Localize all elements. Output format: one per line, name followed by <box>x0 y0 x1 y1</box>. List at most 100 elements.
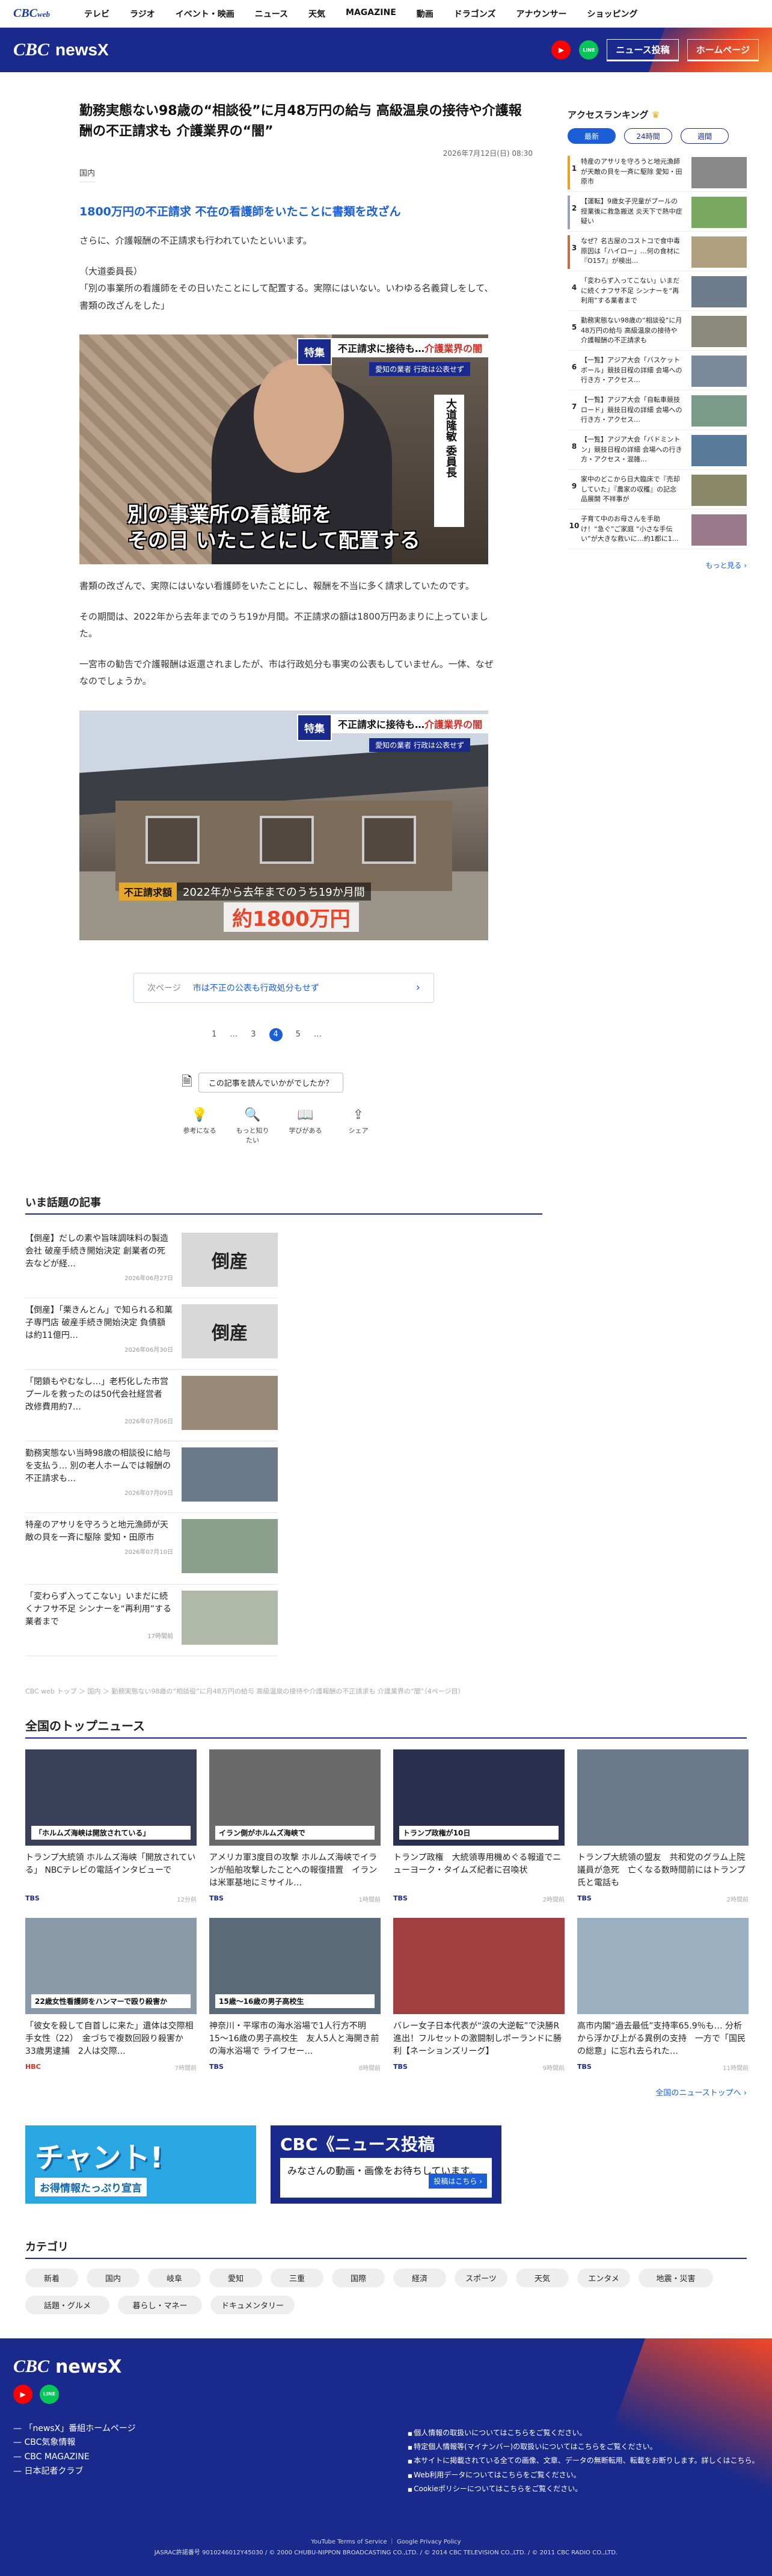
chant-banner[interactable]: チャント! お得情報たっぷり宣言 <box>25 2125 256 2204</box>
topnav-item[interactable]: ドラゴンズ <box>444 8 506 20</box>
category-chip[interactable]: 暮らし・マネー <box>118 2295 202 2314</box>
national-news-card[interactable]: イラン側がホルムズ海峡で アメリカ軍3度目の攻撃 ホルムズ海峡でイランが船舶攻撃し… <box>209 1749 381 1903</box>
ranking-item[interactable]: 1 特産のアサリを守ろうと地元漁師が天敵の貝を一斉に駆除 愛知・田原市 <box>568 152 747 192</box>
line-icon[interactable]: LINE <box>40 2384 59 2404</box>
policy-link[interactable]: Cookieポリシーについてはこちらをご覧ください。 <box>408 2482 759 2496</box>
trending-item[interactable]: 「変わらず入ってこない」いまだに続くナフサ不足 シンナーを“再利用”する業者まで… <box>25 1585 278 1656</box>
ranking-item-title: 家中のどこから日大臨床で『売却していた』『農家の収穫』の記念品展開 不祥事が <box>581 475 680 503</box>
topnav-item[interactable]: テレビ <box>74 8 120 20</box>
category-chip[interactable]: 三重 <box>271 2268 323 2287</box>
article: 勤務実態ない98歳の“相談役”に月48万円の給与 高級温泉の接待や介護報酬の不正… <box>79 72 533 1145</box>
homepage-button[interactable]: ホームページ <box>687 39 759 61</box>
next-page-button[interactable]: 次ページ 市は不正の公表も行政処分もせず › <box>133 972 434 1003</box>
category-chip[interactable]: 岐阜 <box>148 2268 201 2287</box>
news-source: TBS <box>577 2062 592 2071</box>
rank-bar <box>568 473 570 507</box>
policy-link[interactable]: Web利用データについてはこちらをご覧ください。 <box>408 2468 759 2482</box>
news-thumbnail <box>577 1749 749 1846</box>
national-news-card[interactable]: トランプ大統領の盟友 共和党のグラム上院議員が急死 亡くなる数時間前にはトランプ… <box>577 1749 749 1903</box>
category-chip[interactable]: スポーツ <box>455 2268 507 2287</box>
national-news-more-link[interactable]: 全国のニューストップへ › <box>0 2086 747 2098</box>
article-category[interactable]: 国内 <box>79 167 96 183</box>
news-age: 8時間前 <box>358 2065 381 2072</box>
ranking-tab[interactable]: 週間 <box>681 128 729 144</box>
topnav-item[interactable]: 動画 <box>406 8 444 20</box>
news-source: TBS <box>577 1894 592 1902</box>
ranking-item[interactable]: 4 「変わらず入ってこない」いまだに続くナフサ不足 シンナーを“再利用”する業者ま… <box>568 271 747 311</box>
ranking-item-title: 【一覧】アジア大会「バドミントン」競技日程の詳細 会場への行き方・アクセス・混雑… <box>581 436 682 463</box>
trending-item[interactable]: 「閉鎖もやむなし…」老朽化した市営プールを救ったのは50代会社経営者 改修費用約… <box>25 1370 278 1441</box>
article-photo-1: 特集 不正請求に接待も…介護業界の闇 愛知の業者 行政は公表せず 大道隆敏 委員長… <box>79 334 488 565</box>
category-chip[interactable]: 話題・グルメ <box>25 2295 109 2314</box>
national-news-card[interactable]: 高市内閣“過去最低”支持率65.9％も… 分析から浮かび上がる異例の支持 一方で… <box>577 1917 749 2072</box>
ranking-item[interactable]: 3 なぜ？名古屋のコストコで食中毒 原因は「ハイロー」…何の食材に『O157』が検… <box>568 232 747 271</box>
category-chip[interactable]: 新着 <box>25 2268 78 2287</box>
youtube-icon[interactable]: ▶ <box>551 40 571 60</box>
footer-logo[interactable]: CBC newsX <box>13 2356 759 2377</box>
topnav-item[interactable]: ショッピング <box>577 8 648 20</box>
news-thumbnail: 「ホルムズ海峡は開放されている」 <box>25 1749 197 1846</box>
topnav-item[interactable]: アナウンサー <box>506 8 577 20</box>
youtube-icon[interactable]: ▶ <box>13 2384 32 2404</box>
news-title: トランプ大統領の盟友 共和党のグラム上院議員が急死 亡くなる数時間前にはトランプ… <box>577 1852 746 1888</box>
trending-item[interactable]: 【倒産】だしの素や旨味調味料の製造会社 破産手続き開始決定 創業者の死去などが経… <box>25 1227 278 1298</box>
category-chip[interactable]: 天気 <box>516 2268 569 2287</box>
reaction-button[interactable]: 💡 参考になる <box>182 1108 218 1145</box>
page-link[interactable]: 3 <box>251 1030 256 1039</box>
ranking-item[interactable]: 9 家中のどこから日大臨床で『売却していた』『農家の収穫』の記念品展開 不祥事が <box>568 470 747 510</box>
reaction-button[interactable]: 📖 学びがある <box>287 1108 323 1145</box>
rank-bar <box>568 275 570 309</box>
news-post-button[interactable]: ニュース投稿 <box>607 39 679 61</box>
top-navigation: CBCweb テレビ ラジオ イベント・映画 ニュース 天気 MAGAZINE 動画 ドラゴン… <box>0 0 772 28</box>
category-chip[interactable]: 地震・災害 <box>639 2268 713 2287</box>
topnav-item[interactable]: イベント・映画 <box>165 8 245 20</box>
ranking-item[interactable]: 8 【一覧】アジア大会「バドミントン」競技日程の詳細 会場への行き方・アクセス・混… <box>568 430 747 470</box>
policy-link[interactable]: 特定個人情報等(マイナンバー)の取扱いについてはこちらをご覧ください。 <box>408 2440 759 2454</box>
policy-link[interactable]: 個人情報の取扱いについてはこちらをご覧ください。 <box>408 2426 759 2440</box>
reaction-button[interactable]: ⇪ シェア <box>340 1108 376 1145</box>
national-news-card[interactable]: トランプ政権が10日 トランプ政権 大統領専用機めぐる報道でニューヨーク・タイムズ… <box>393 1749 565 1903</box>
ranking-more-link[interactable]: もっと見る › <box>568 560 747 570</box>
trending-item[interactable]: 特産のアサリを守ろうと地元漁師が天敵の貝を一斉に駆除 愛知・田原市 2026年07… <box>25 1513 278 1585</box>
line-icon[interactable]: LINE <box>579 40 599 60</box>
national-news-card[interactable]: 15歳～16歳の男子高校生 神奈川・平塚市の海水浴場で1人行方不明 15～16歳の… <box>209 1917 381 2072</box>
category-chip[interactable]: 愛知 <box>209 2268 262 2287</box>
news-thumbnail: 22歳女性看護師をハンマーで殴り殺害か <box>25 1917 197 2014</box>
policy-link[interactable]: 本サイトに掲載されている全ての画像、文章、データの無断転用、転載をお断りします。… <box>408 2454 759 2468</box>
topnav-item[interactable]: 天気 <box>298 8 335 20</box>
trending-item[interactable]: 勤務実態ない当時98歳の相談役に給与を支払う… 別の老人ホームでは報酬の不正請求… <box>25 1441 278 1513</box>
ranking-tab[interactable]: 24時間 <box>624 128 672 144</box>
ranking-item[interactable]: 5 勤務実態ない98歳の“相談役”に月48万円の給与 高級温泉の接待や介護報酬の不… <box>568 311 747 351</box>
cbcweb-logo[interactable]: CBCweb <box>13 7 50 20</box>
trending-item-title: 特産のアサリを守ろうと地元漁師が天敵の貝を一斉に駆除 愛知・田原市 <box>25 1520 168 1542</box>
news-source: TBS <box>209 1894 224 1902</box>
topnav-item[interactable]: ニュース <box>245 8 298 20</box>
ranking-tab[interactable]: 最新 <box>568 128 616 144</box>
category-chip[interactable]: エンタメ <box>577 2268 630 2287</box>
newsx-logo[interactable]: CBC newsX <box>13 40 109 60</box>
national-news-card[interactable]: 「ホルムズ海峡は開放されている」 トランプ大統領 ホルムズ海峡「開放されている」 … <box>25 1749 197 1903</box>
category-chip[interactable]: 国際 <box>332 2268 385 2287</box>
topnav-item[interactable]: ラジオ <box>120 8 165 20</box>
national-news-card[interactable]: 22歳女性看護師をハンマーで殴り殺害か 「彼女を殺して自首しに来た」遺体は交際相手… <box>25 1917 197 2072</box>
page-link[interactable]: 1 <box>212 1030 216 1039</box>
trending-title: いま話題の記事 <box>25 1194 542 1215</box>
news-post-banner[interactable]: CBC《ニュース投稿 みなさんの動画・画像をお待ちしています。 投稿はこちら › <box>271 2125 501 2204</box>
trending-item-date: 2026年06月27日 <box>124 1275 173 1282</box>
page-link[interactable]: 5 <box>296 1030 301 1039</box>
category-chip[interactable]: 経済 <box>393 2268 446 2287</box>
page-link[interactable]: 4 <box>269 1028 283 1041</box>
category-chip[interactable]: ドキュメンタリー <box>210 2295 295 2314</box>
category-chip[interactable]: 国内 <box>87 2268 139 2287</box>
ranking-item[interactable]: 10 子育て中のお母さんを手助け！“急ぐ”ご家庭 “小さな手伝い”が大きな救いに…… <box>568 510 747 549</box>
ranking-item[interactable]: 2 【運転】9歳女子児童がプールの授業後に救急搬送 炎天下で熱中症疑い <box>568 192 747 232</box>
topnav-item[interactable]: MAGAZINE <box>335 8 406 20</box>
footer-policy-links[interactable]: YouTube Terms of Service ｜ Google Privac… <box>0 2537 772 2548</box>
trending-item[interactable]: 【倒産】「栗きんとん」で知られる和菓子専門店 破産手続き開始決定 負債額は約11… <box>25 1298 278 1370</box>
category-title: カテゴリ <box>25 2239 747 2259</box>
trending-item-title: 「閉鎖もやむなし…」老朽化した市営プールを救ったのは50代会社経営者 改修費用約… <box>25 1376 168 1412</box>
reaction-button[interactable]: 🔍 もっと知りたい <box>234 1108 271 1145</box>
ranking-item[interactable]: 7 【一覧】アジア大会「自転車競技 ロード」競技日程の詳細 会場への行き方・アクセ… <box>568 390 747 430</box>
national-news-card[interactable]: バレー女子日本代表が“涙の大逆転”で決勝R進出！フルセットの激闘制しポーランドに… <box>393 1917 565 2072</box>
ranking-item[interactable]: 6 【一覧】アジア大会「バスケットボール」競技日程の詳細 会場への行き方・アクセス… <box>568 351 747 390</box>
